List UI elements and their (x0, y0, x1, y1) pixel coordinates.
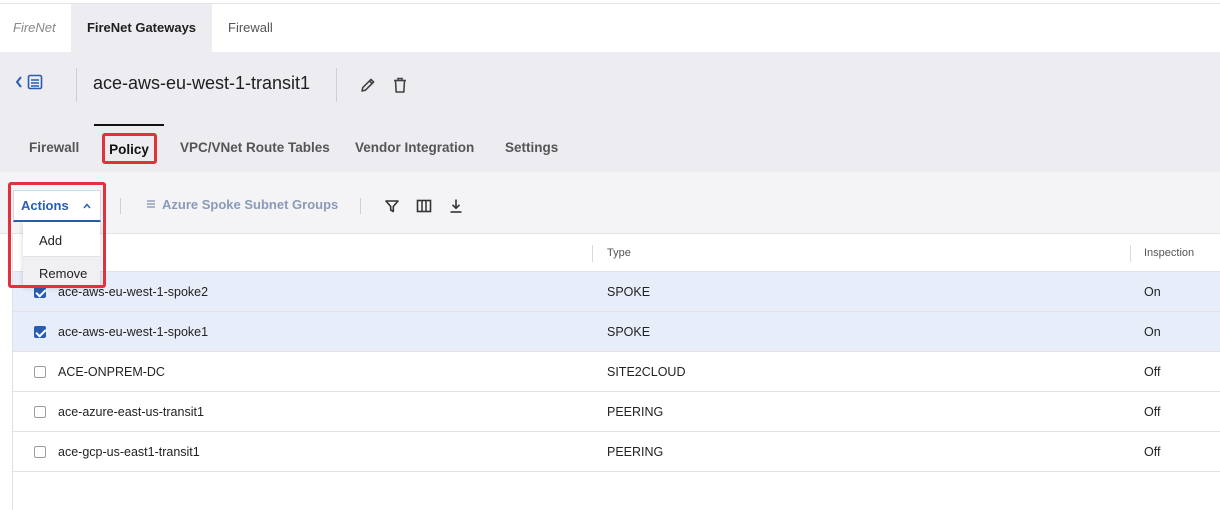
row-name: ace-azure-east-us-transit1 (58, 405, 204, 419)
toolbar-divider (120, 198, 121, 214)
tab-settings[interactable]: Settings (505, 124, 558, 172)
table-row[interactable]: ace-gcp-us-east1-transit1 PEERING Off (13, 432, 1220, 472)
row-inspection: Off (1144, 405, 1161, 419)
row-type: SPOKE (607, 325, 651, 339)
row-type: PEERING (607, 445, 664, 459)
header-divider (336, 68, 337, 102)
actions-highlight-box (8, 182, 106, 288)
column-header-inspection[interactable]: Inspection (1144, 234, 1194, 272)
gateway-title: ace-aws-eu-west-1-transit1 (93, 73, 311, 93)
row-name: ACE-ONPREM-DC (58, 365, 165, 379)
row-type: SPOKE (607, 285, 651, 299)
row-type: SITE2CLOUD (607, 365, 686, 379)
azure-spoke-subnet-groups-button[interactable]: Azure Spoke Subnet Groups (146, 197, 338, 212)
tab-firewall-top[interactable]: Firewall (212, 4, 289, 52)
tab-route-tables[interactable]: VPC/VNet Route Tables (180, 124, 330, 172)
tab-firewall[interactable]: Firewall (29, 124, 79, 172)
brand-label: FireNet (13, 20, 56, 35)
list-lines-icon (146, 197, 156, 212)
trash-icon[interactable] (389, 74, 411, 96)
chevron-left-icon (15, 75, 23, 93)
row-name: ace-aws-eu-west-1-spoke1 (58, 325, 209, 339)
filter-icon[interactable] (382, 196, 402, 216)
row-inspection: On (1144, 325, 1161, 339)
row-inspection: Off (1144, 445, 1161, 459)
table-row[interactable]: ace-azure-east-us-transit1 PEERING Off (13, 392, 1220, 432)
column-header-type[interactable]: Type (607, 234, 631, 272)
row-inspection: Off (1144, 365, 1161, 379)
columns-icon[interactable] (414, 196, 434, 216)
row-checkbox[interactable] (34, 406, 46, 418)
list-icon (27, 74, 43, 95)
download-icon[interactable] (446, 196, 466, 216)
column-divider (592, 245, 593, 262)
row-type: PEERING (607, 405, 664, 419)
row-checkbox[interactable] (34, 326, 46, 338)
azure-spoke-label: Azure Spoke Subnet Groups (162, 197, 339, 212)
table-row[interactable]: ACE-ONPREM-DC SITE2CLOUD Off (13, 352, 1220, 392)
column-divider (1130, 245, 1131, 262)
sub-tab-bar: Firewall Policy VPC/VNet Route Tables Ve… (0, 124, 1220, 172)
top-tab-bar: FireNet FireNet Gateways Firewall (0, 4, 1220, 52)
row-inspection: On (1144, 285, 1161, 299)
row-checkbox[interactable] (34, 446, 46, 458)
header-divider (76, 68, 77, 102)
table-header: Type Inspection (13, 234, 1220, 272)
tab-vendor-integration[interactable]: Vendor Integration (355, 124, 474, 172)
edit-icon[interactable] (357, 74, 379, 96)
tab-firenet-gateways[interactable]: FireNet Gateways (71, 4, 212, 52)
row-name: ace-gcp-us-east1-transit1 (58, 445, 200, 459)
back-to-list-button[interactable] (15, 72, 55, 96)
table-row[interactable]: ace-aws-eu-west-1-spoke2 SPOKE On (13, 272, 1220, 312)
row-checkbox[interactable] (34, 366, 46, 378)
table-row[interactable]: ace-aws-eu-west-1-spoke1 SPOKE On (13, 312, 1220, 352)
policy-table: Type Inspection ace-aws-eu-west-1-spoke2… (12, 234, 1220, 510)
toolbar-divider (360, 198, 361, 214)
policy-highlight-box (102, 133, 157, 164)
